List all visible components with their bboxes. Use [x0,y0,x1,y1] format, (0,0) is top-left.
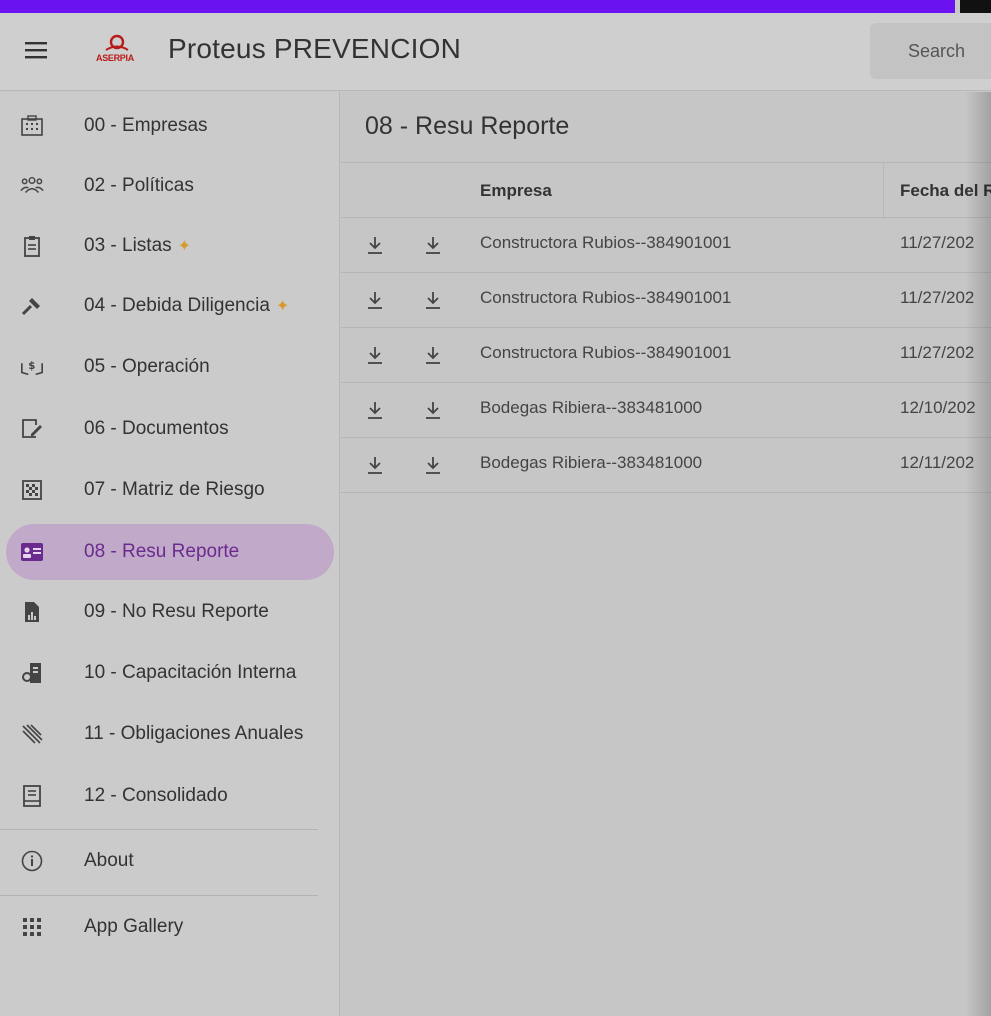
cell-empresa: Constructora Rubios--384901001 [480,233,732,252]
sparkle-icon: ✦ [275,298,290,315]
sidebar-divider [0,895,318,896]
table-header: Empresa Fecha del R [341,162,991,219]
table-row: Bodegas Ribiera--383481000 12/11/202 [341,438,991,493]
table-row: Constructora Rubios--384901001 11/27/202 [341,218,991,273]
sidebar-item-listas[interactable]: 03 - Listas ✦ [6,218,334,274]
sidebar: 00 - Empresas 02 - Políticas 03 - Listas… [0,92,340,1016]
sidebar-item-label: 12 - Consolidado [84,785,228,806]
download-icon[interactable] [365,344,385,366]
top-accent-bar [0,0,955,13]
app-header: ASERPIA Proteus PREVENCION [0,13,991,91]
column-header-fecha[interactable]: Fecha del R [900,181,991,201]
download-icon[interactable] [365,399,385,421]
sparkle-icon: ✦ [177,238,192,255]
edit-document-icon [20,417,44,441]
money-hand-icon: $ [20,355,44,379]
sidebar-item-operacion[interactable]: $ 05 - Operación [6,339,334,395]
sidebar-item-label: 04 - Debida Diligencia ✦ [84,295,289,317]
sidebar-item-resu-reporte[interactable]: 08 - Resu Reporte [6,524,334,580]
sidebar-item-label: App Gallery [84,916,184,937]
hamburger-icon [25,42,47,59]
cell-empresa: Bodegas Ribiera--383481000 [480,453,703,472]
download-icon[interactable] [365,234,385,256]
cell-fecha: 12/10/202 [900,398,976,417]
sidebar-item-app-gallery[interactable]: App Gallery [6,899,334,955]
sidebar-item-capacitacion-interna[interactable]: 10 - Capacitación Interna [6,645,334,701]
top-corner-block [960,0,991,13]
search-box[interactable] [870,23,991,79]
cell-fecha: 11/27/202 [900,233,975,252]
cell-fecha: 11/27/202 [900,343,975,362]
sidebar-item-label: 02 - Políticas [84,175,194,196]
sidebar-item-no-resu-reporte[interactable]: 09 - No Resu Reporte [6,584,334,640]
menu-button[interactable] [16,35,56,65]
sidebar-item-matriz-de-riesgo[interactable]: 07 - Matriz de Riesgo [6,462,334,518]
download-icon[interactable] [365,289,385,311]
building-icon [20,114,44,138]
sidebar-item-label: 10 - Capacitación Interna [84,662,297,683]
download-icon[interactable] [423,289,443,311]
grid-icon [20,478,44,502]
svg-text:$: $ [28,361,35,372]
main-content: 08 - Resu Reporte Empresa Fecha del R Co… [341,92,991,1016]
logo-text: ASERPIA [96,53,134,63]
sidebar-item-documentos[interactable]: 06 - Documentos [6,401,334,457]
sidebar-item-politicas[interactable]: 02 - Políticas [6,158,334,214]
download-icon[interactable] [365,454,385,476]
download-icon[interactable] [423,399,443,421]
sidebar-item-label: 03 - Listas ✦ [84,235,191,257]
cell-empresa: Constructora Rubios--384901001 [480,343,732,362]
column-header-empresa[interactable]: Empresa [480,181,552,201]
group-icon [20,174,44,198]
sidebar-item-label: 00 - Empresas [84,115,208,136]
sidebar-item-empresas[interactable]: 00 - Empresas [6,98,334,154]
download-icon[interactable] [423,344,443,366]
sidebar-item-label: 11 - Obligaciones Anuales [84,723,304,744]
app-title: Proteus PREVENCION [168,33,462,64]
cell-fecha: 11/27/202 [900,288,975,307]
download-icon[interactable] [423,454,443,476]
sidebar-item-label: 05 - Operación [84,356,210,377]
sidebar-item-label: 09 - No Resu Reporte [84,601,269,622]
info-icon [20,849,44,873]
download-icon[interactable] [423,234,443,256]
app-logo[interactable]: ASERPIA [94,31,144,71]
sidebar-item-text: 04 - Debida Diligencia [84,295,270,316]
sidebar-divider [0,829,318,830]
sidebar-item-obligaciones-anuales[interactable]: 11 - Obligaciones Anuales [6,706,334,762]
stripes-icon [20,722,44,746]
search-input[interactable] [908,40,991,62]
sidebar-item-debida-diligencia[interactable]: 04 - Debida Diligencia ✦ [6,278,334,334]
cell-fecha: 12/11/202 [900,453,975,472]
sidebar-item-label: 06 - Documentos [84,418,229,439]
gavel-icon [20,294,44,318]
book-icon [20,784,44,808]
sidebar-item-label: 08 - Resu Reporte [84,541,240,562]
sidebar-item-label: 07 - Matriz de Riesgo [84,479,265,500]
apps-grid-icon [20,915,44,939]
table-row: Constructora Rubios--384901001 11/27/202 [341,328,991,383]
page-title: 08 - Resu Reporte [365,112,570,140]
table-row: Bodegas Ribiera--383481000 12/10/202 [341,383,991,438]
cell-empresa: Bodegas Ribiera--383481000 [480,398,703,417]
report-table: Empresa Fecha del R Constructora Rubios-… [341,162,991,493]
sidebar-item-about[interactable]: About [6,833,334,889]
sidebar-item-text: 03 - Listas [84,235,172,256]
sidebar-item-consolidado[interactable]: 12 - Consolidado [6,768,334,824]
report-chart-icon [20,600,44,624]
table-row: Constructora Rubios--384901001 11/27/202 [341,273,991,328]
id-card-icon [20,540,44,564]
sidebar-item-label: About [84,850,134,871]
clipboard-icon [20,234,44,258]
training-icon [20,661,44,685]
logo-icon [105,34,129,51]
column-separator [883,163,884,219]
cell-empresa: Constructora Rubios--384901001 [480,288,732,307]
